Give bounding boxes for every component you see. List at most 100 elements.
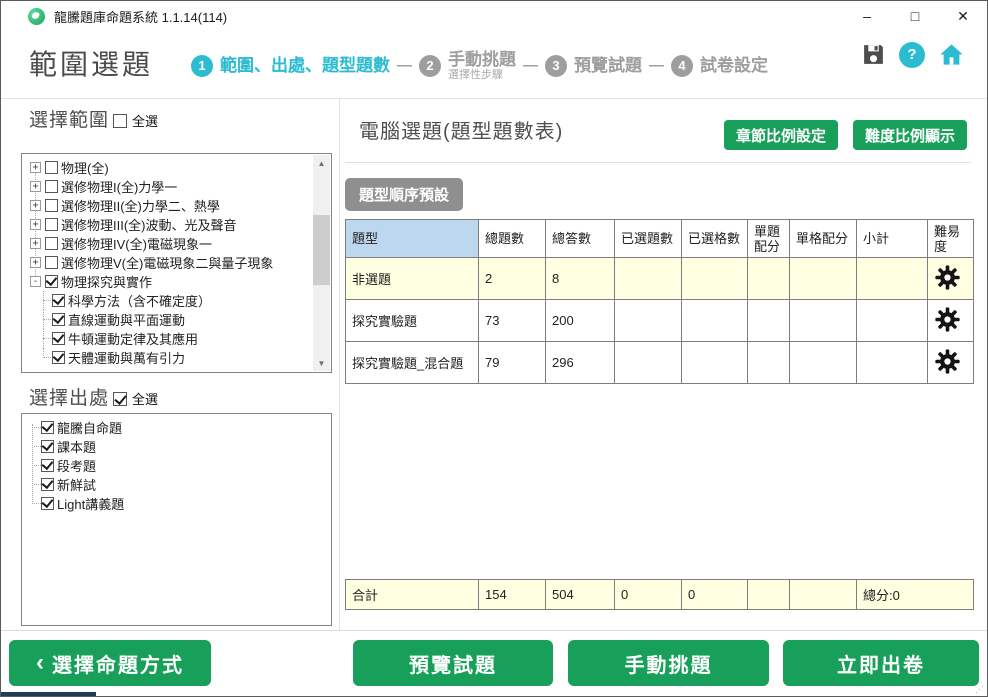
scroll-down-icon[interactable]: ▼: [313, 355, 330, 371]
difficulty-ratio-button[interactable]: 難度比例顯示: [853, 120, 967, 150]
step-1: 1 範圍、出處、題型題數: [191, 55, 390, 77]
source-item-checkbox[interactable]: [41, 497, 54, 510]
scope-tree-item[interactable]: + 選修物理II(全)力學二、熱學: [26, 196, 311, 215]
cell-points-per-question[interactable]: [748, 258, 790, 300]
cell-selected-questions[interactable]: [615, 342, 682, 384]
cell-selected-questions[interactable]: [615, 300, 682, 342]
cell-total-answers: 8: [546, 258, 615, 300]
step-2-label: 手動挑題: [448, 50, 516, 69]
tree-item-checkbox[interactable]: [52, 313, 65, 326]
scope-tree-item[interactable]: 直線運動與平面運動: [26, 310, 311, 329]
cell-points-per-question[interactable]: [748, 342, 790, 384]
cell-points-per-cell[interactable]: [790, 342, 857, 384]
expander-icon[interactable]: +: [30, 200, 41, 211]
step-4[interactable]: 4 試卷設定: [671, 55, 768, 77]
close-button[interactable]: ✕: [939, 1, 987, 31]
cell-points-per-cell[interactable]: [790, 300, 857, 342]
resize-grip[interactable]: ⋰: [975, 684, 984, 695]
tree-item-checkbox[interactable]: [52, 332, 65, 345]
scope-tree-item[interactable]: + 選修物理V(全)電磁現象二與量子現象: [26, 253, 311, 272]
step-3[interactable]: 3 預覽試題: [545, 55, 642, 77]
cell-points-per-question[interactable]: [748, 300, 790, 342]
minimize-button[interactable]: –: [843, 1, 891, 31]
step-1-badge: 1: [191, 55, 213, 77]
column-header-selected-cells: 已選格數: [682, 220, 748, 258]
tree-item-label: 選修物理V(全)電磁現象二與量子現象: [61, 253, 273, 272]
scope-select-all-checkbox[interactable]: [113, 114, 127, 128]
expander-icon[interactable]: +: [30, 238, 41, 249]
help-icon[interactable]: ?: [899, 42, 925, 68]
tree-item-checkbox[interactable]: [45, 256, 58, 269]
scope-tree-item[interactable]: 科學方法（含不確定度）: [26, 291, 311, 310]
tree-item-checkbox[interactable]: [45, 237, 58, 250]
gear-icon[interactable]: [934, 348, 961, 375]
expander-icon[interactable]: +: [30, 181, 41, 192]
gear-icon[interactable]: [934, 306, 961, 333]
cell-selected-cells[interactable]: [682, 342, 748, 384]
tree-item-checkbox[interactable]: [45, 199, 58, 212]
cell-selected-questions[interactable]: [615, 258, 682, 300]
scope-tree-item[interactable]: 牛頓運動定律及其應用: [26, 329, 311, 348]
scroll-up-icon[interactable]: ▲: [313, 155, 330, 171]
expander-icon[interactable]: -: [30, 276, 41, 287]
tree-item-checkbox[interactable]: [45, 161, 58, 174]
gear-icon[interactable]: [934, 264, 961, 291]
source-list-item[interactable]: 課本題: [24, 437, 311, 456]
tree-item-label: 物理探究與實作: [61, 272, 152, 291]
scope-tree-scrollbar[interactable]: ▲ ▼: [313, 155, 330, 371]
source-item-checkbox[interactable]: [41, 421, 54, 434]
totals-selected-cells: 0: [682, 580, 748, 610]
source-list-item[interactable]: Light講義題: [24, 494, 311, 513]
tree-item-checkbox[interactable]: [45, 218, 58, 231]
tree-item-label: 科學方法（含不確定度）: [68, 291, 211, 310]
scope-tree-item[interactable]: - 物理探究與實作: [26, 272, 311, 291]
source-item-checkbox[interactable]: [41, 459, 54, 472]
window-edge-strip: [1, 692, 96, 696]
cell-subtotal: [857, 342, 928, 384]
source-list-item[interactable]: 龍騰自命題: [24, 418, 311, 437]
expander-icon[interactable]: +: [30, 257, 41, 268]
totals-label: 合計: [346, 580, 479, 610]
expander-icon[interactable]: +: [30, 162, 41, 173]
step-2[interactable]: 2 手動挑題 選擇性步驟: [419, 50, 516, 81]
cell-subtotal: [857, 258, 928, 300]
cell-selected-cells[interactable]: [682, 300, 748, 342]
bottom-separator: [1, 630, 987, 631]
chapter-ratio-button[interactable]: 章節比例設定: [724, 120, 838, 150]
question-order-preset-button[interactable]: 題型順序預設: [345, 178, 463, 211]
source-select-all[interactable]: 全選: [113, 389, 158, 408]
back-to-mode-button[interactable]: ‹ 選擇命題方式: [9, 640, 211, 686]
source-item-checkbox[interactable]: [41, 440, 54, 453]
tree-item-checkbox[interactable]: [52, 351, 65, 364]
cell-selected-cells[interactable]: [682, 258, 748, 300]
back-to-mode-label: 選擇命題方式: [52, 649, 184, 678]
scope-tree-item[interactable]: 天體運動與萬有引力: [26, 348, 311, 367]
home-icon[interactable]: [938, 41, 965, 68]
column-header-difficulty: 難易度: [928, 220, 974, 258]
panel-divider: [339, 99, 340, 630]
source-list-item[interactable]: 新鮮試: [24, 475, 311, 494]
source-select-all-checkbox[interactable]: [113, 392, 127, 406]
manual-pick-button[interactable]: 手動挑題: [568, 640, 769, 686]
maximize-button[interactable]: □: [891, 1, 939, 31]
scope-tree-item[interactable]: + 選修物理III(全)波動、光及聲音: [26, 215, 311, 234]
tree-item-checkbox[interactable]: [45, 180, 58, 193]
save-icon[interactable]: [861, 42, 886, 67]
scope-tree-item[interactable]: + 選修物理IV(全)電磁現象一: [26, 234, 311, 253]
column-header-type[interactable]: 題型: [346, 220, 479, 258]
app-logo-icon: [28, 8, 45, 25]
step-2-sublabel: 選擇性步驟: [448, 69, 516, 81]
tree-item-checkbox[interactable]: [52, 294, 65, 307]
scroll-thumb[interactable]: [313, 215, 330, 285]
tree-item-checkbox[interactable]: [45, 275, 58, 288]
source-list-item[interactable]: 段考題: [24, 456, 311, 475]
scope-tree-item[interactable]: + 物理(全): [26, 158, 311, 177]
generate-paper-button[interactable]: 立即出卷: [783, 640, 979, 686]
cell-points-per-cell[interactable]: [790, 258, 857, 300]
preview-questions-button[interactable]: 預覽試題: [353, 640, 553, 686]
expander-icon[interactable]: +: [30, 219, 41, 230]
step-3-badge: 3: [545, 55, 567, 77]
scope-tree-item[interactable]: + 選修物理I(全)力學一: [26, 177, 311, 196]
scope-select-all[interactable]: 全選: [113, 111, 158, 130]
source-item-checkbox[interactable]: [41, 478, 54, 491]
